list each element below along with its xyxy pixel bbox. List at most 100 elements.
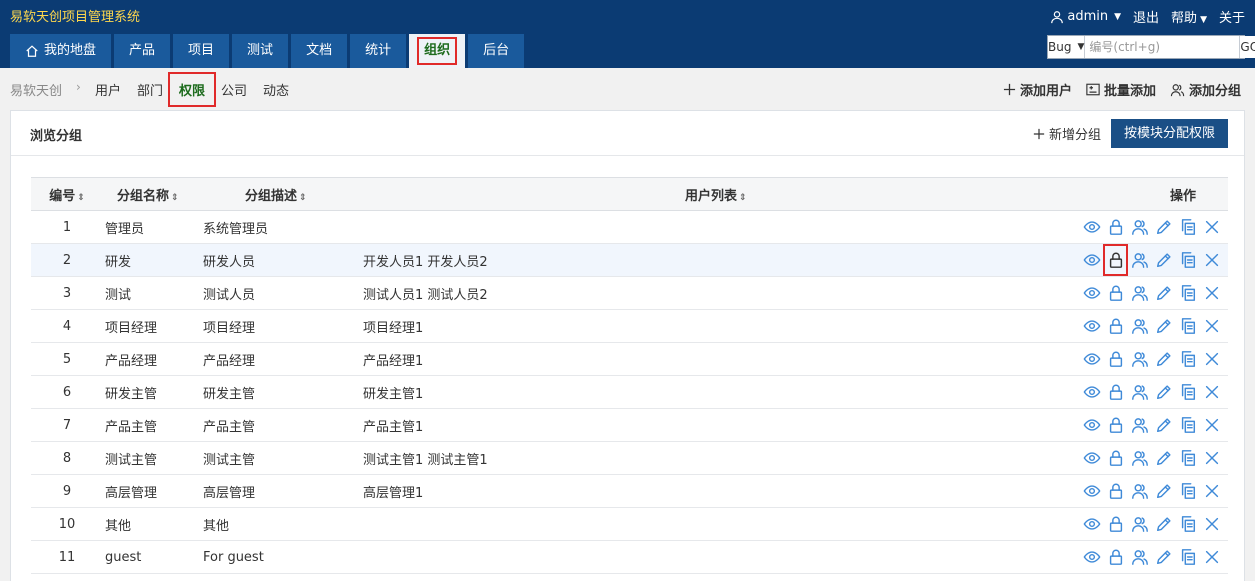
app-title[interactable]: 易软天创项目管理系统 (10, 6, 140, 25)
lock-icon[interactable] (1105, 480, 1126, 502)
search-input[interactable] (1085, 36, 1240, 58)
delete-icon[interactable] (1201, 480, 1222, 502)
delete-icon[interactable] (1201, 249, 1222, 271)
cell-desc: For guest (203, 540, 363, 574)
users-icon[interactable] (1129, 414, 1150, 436)
tab-product[interactable]: 产品 (114, 34, 171, 68)
copy-icon[interactable] (1177, 282, 1198, 304)
users-icon[interactable] (1129, 348, 1150, 370)
user-dropdown[interactable]: admin ▼ (1050, 9, 1121, 24)
lock-icon[interactable] (1103, 243, 1128, 276)
tab-company[interactable]: 组织 (409, 34, 466, 68)
tab-admin[interactable]: 后台 (468, 34, 525, 68)
users-icon[interactable] (1129, 282, 1150, 304)
batch-add-button[interactable]: 批量添加 (1086, 80, 1156, 99)
col-desc[interactable]: 分组描述 ⇕ (203, 177, 363, 211)
tab-my-home[interactable]: 我的地盘 (10, 34, 112, 68)
edit-icon[interactable] (1153, 414, 1174, 436)
view-icon[interactable] (1081, 480, 1102, 502)
users-icon[interactable] (1129, 480, 1150, 502)
users-icon[interactable] (1129, 315, 1150, 337)
users-icon[interactable] (1129, 546, 1150, 568)
add-group-button[interactable]: 添加分组 (1170, 80, 1241, 99)
users-icon[interactable] (1129, 381, 1150, 403)
tab-project[interactable]: 项目 (173, 34, 230, 68)
edit-icon[interactable] (1153, 381, 1174, 403)
edit-icon[interactable] (1153, 216, 1174, 238)
view-icon[interactable] (1081, 381, 1102, 403)
breadcrumb-root[interactable]: 易软天创 (10, 80, 62, 99)
edit-icon[interactable] (1153, 249, 1174, 271)
view-icon[interactable] (1081, 282, 1102, 304)
assign-by-module-button[interactable]: 按模块分配权限 (1110, 119, 1228, 148)
edit-icon[interactable] (1153, 480, 1174, 502)
view-icon[interactable] (1081, 447, 1102, 469)
edit-icon[interactable] (1153, 513, 1174, 535)
subnav-users[interactable]: 用户 (95, 80, 121, 99)
about-link[interactable]: 关于 (1219, 7, 1245, 26)
col-name[interactable]: 分组名称 ⇕ (103, 177, 203, 211)
view-icon[interactable] (1081, 546, 1102, 568)
view-icon[interactable] (1081, 249, 1102, 271)
edit-icon[interactable] (1153, 348, 1174, 370)
copy-icon[interactable] (1177, 447, 1198, 469)
col-id[interactable]: 编号 ⇕ (31, 177, 103, 211)
users-icon[interactable] (1129, 513, 1150, 535)
delete-icon[interactable] (1201, 348, 1222, 370)
view-icon[interactable] (1081, 216, 1102, 238)
copy-icon[interactable] (1177, 381, 1198, 403)
copy-icon[interactable] (1177, 249, 1198, 271)
cell-name: 产品主管 (103, 408, 203, 442)
copy-icon[interactable] (1177, 216, 1198, 238)
delete-icon[interactable] (1201, 414, 1222, 436)
lock-icon[interactable] (1105, 282, 1126, 304)
edit-icon[interactable] (1153, 282, 1174, 304)
copy-icon[interactable] (1177, 480, 1198, 502)
lock-icon[interactable] (1105, 414, 1126, 436)
copy-icon[interactable] (1177, 315, 1198, 337)
lock-icon[interactable] (1105, 216, 1126, 238)
help-dropdown[interactable]: 帮助 ▼ (1171, 7, 1207, 26)
delete-icon[interactable] (1201, 513, 1222, 535)
delete-icon[interactable] (1201, 216, 1222, 238)
delete-icon[interactable] (1201, 315, 1222, 337)
lock-icon[interactable] (1105, 348, 1126, 370)
new-group-button[interactable]: 新增分组 (1033, 124, 1101, 143)
subnav-dept[interactable]: 部门 (137, 80, 163, 99)
delete-icon[interactable] (1201, 282, 1222, 304)
edit-icon[interactable] (1153, 315, 1174, 337)
tab-report[interactable]: 统计 (350, 34, 407, 68)
logout-link[interactable]: 退出 (1133, 7, 1159, 26)
delete-icon[interactable] (1201, 447, 1222, 469)
lock-icon[interactable] (1105, 447, 1126, 469)
tab-test[interactable]: 测试 (232, 34, 289, 68)
view-icon[interactable] (1081, 315, 1102, 337)
users-icon[interactable] (1129, 249, 1150, 271)
delete-icon[interactable] (1201, 381, 1222, 403)
subnav-company[interactable]: 公司 (221, 80, 247, 99)
edit-icon[interactable] (1153, 447, 1174, 469)
subnav-priv[interactable]: 权限 (167, 72, 217, 107)
lock-icon[interactable] (1105, 381, 1126, 403)
edit-icon[interactable] (1153, 546, 1174, 568)
search-type-select[interactable]: Bug ▼ (1048, 36, 1086, 58)
col-users[interactable]: 用户列表 ⇕ (363, 177, 1078, 211)
copy-icon[interactable] (1177, 348, 1198, 370)
delete-icon[interactable] (1201, 546, 1222, 568)
copy-icon[interactable] (1177, 414, 1198, 436)
lock-icon[interactable] (1105, 546, 1126, 568)
lock-icon[interactable] (1105, 513, 1126, 535)
view-icon[interactable] (1081, 513, 1102, 535)
view-icon[interactable] (1081, 414, 1102, 436)
subnav-dynamic[interactable]: 动态 (263, 80, 289, 99)
users-icon[interactable] (1129, 447, 1150, 469)
users-icon[interactable] (1129, 216, 1150, 238)
add-user-button[interactable]: 添加用户 (1003, 80, 1072, 99)
view-icon[interactable] (1081, 348, 1102, 370)
row-actions (1081, 243, 1222, 276)
copy-icon[interactable] (1177, 546, 1198, 568)
search-go-button[interactable]: GO! (1239, 36, 1255, 58)
lock-icon[interactable] (1105, 315, 1126, 337)
copy-icon[interactable] (1177, 513, 1198, 535)
tab-doc[interactable]: 文档 (291, 34, 348, 68)
